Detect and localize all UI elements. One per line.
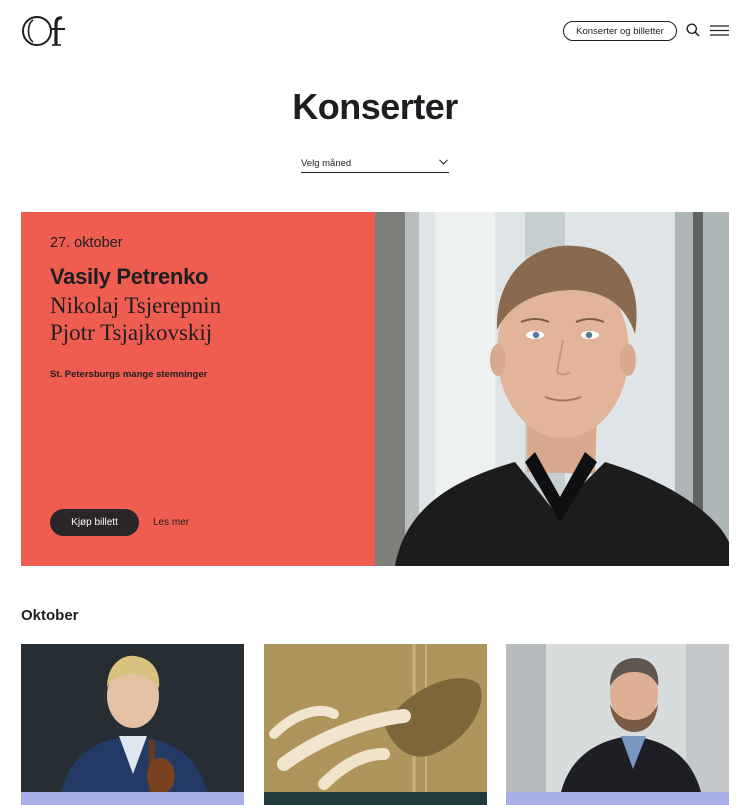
orchestra-logo[interactable] (21, 14, 73, 48)
card-photo (264, 644, 487, 792)
card-strip (21, 792, 244, 805)
featured-subtitle: St. Petersburgs mange stemninger (50, 369, 208, 380)
card-photo (506, 644, 729, 792)
buy-ticket-button[interactable]: Kjøp billett (50, 509, 139, 536)
section-heading-october: Oktober (21, 607, 79, 624)
concert-card[interactable] (21, 644, 244, 805)
concert-card[interactable] (506, 644, 729, 805)
menu-icon[interactable] (710, 25, 729, 36)
featured-composer: Pjotr Tsjajkovskij (50, 320, 213, 345)
month-select-label: Velg måned (301, 158, 352, 169)
chevron-down-icon (439, 159, 448, 165)
featured-conductor: Vasily Petrenko (50, 264, 209, 289)
card-photo (21, 644, 244, 792)
search-icon[interactable] (686, 23, 700, 37)
read-more-link[interactable]: Les mer (153, 517, 189, 528)
concert-card[interactable] (264, 644, 487, 805)
page-title: Konserter (292, 86, 458, 127)
featured-conductor-photo (375, 212, 729, 566)
featured-composer: Nikolaj Tsjerepnin (50, 293, 222, 318)
featured-concert-panel[interactable]: 27. oktober Vasily Petrenko Nikolaj Tsje… (21, 212, 375, 566)
month-select[interactable]: Velg måned (301, 155, 449, 173)
card-strip (264, 792, 487, 805)
concerts-tickets-button[interactable]: Konserter og billetter (563, 21, 677, 41)
card-strip (506, 792, 729, 805)
featured-date: 27. oktober (50, 235, 123, 251)
